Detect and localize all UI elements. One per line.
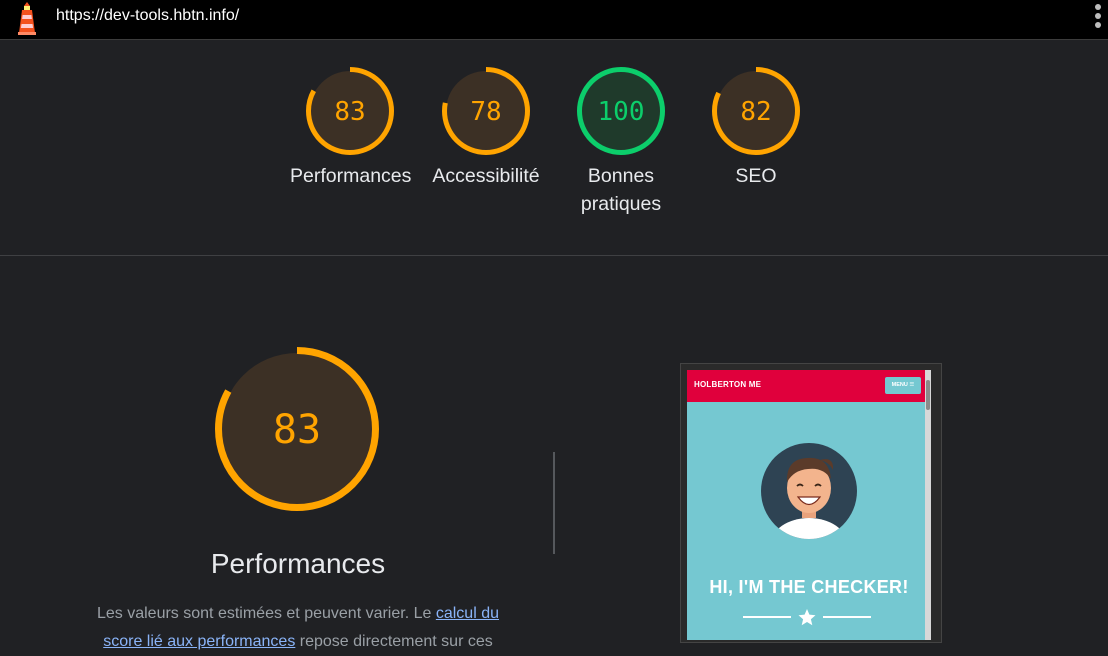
gauge-accessibility[interactable]: 78 Accessibilité — [432, 66, 540, 190]
accessibility-score-gauge: 78 — [442, 67, 530, 155]
site-hero-text: HI, I'M THE CHECKER! — [709, 577, 909, 597]
gauge-score: 100 — [598, 97, 645, 127]
gauge-label: SEO — [735, 165, 777, 187]
main-gauge-score: 83 — [273, 407, 321, 453]
gauge-label: Bonnes pratiques — [561, 162, 681, 218]
screenshot-viewport: HOLBERTON ME MENU ☰ HI, I'M THE CHECKER! — [687, 370, 931, 640]
section-divider — [0, 255, 1108, 256]
site-brand: HOLBERTON ME — [694, 380, 762, 389]
page-screenshot-thumbnail[interactable]: HOLBERTON ME MENU ☰ HI, I'M THE CHECKER! — [680, 363, 942, 643]
gauge-label-line: Bonnes — [587, 165, 655, 187]
best-practices-score-gauge: 100 — [577, 67, 665, 155]
description-text: Les valeurs sont estimées et peuvent var… — [96, 605, 436, 622]
description-text: repose directement sur ces — [295, 633, 493, 650]
star-divider-icon — [743, 609, 871, 626]
gauge-best-practices[interactable]: 100 Bonnes pratiques — [576, 66, 666, 218]
category-description: Les valeurs sont estimées et peuvent var… — [80, 600, 516, 656]
site-menu-button: MENU ☰ — [885, 377, 921, 394]
gauge-performances[interactable]: 83 Performances — [290, 66, 411, 190]
gauge-label: Accessibilité — [432, 165, 540, 187]
gauge-seo[interactable]: 82 SEO — [711, 66, 801, 190]
vertical-separator — [553, 452, 555, 554]
performance-score-gauge: 83 — [306, 67, 394, 155]
gauge-score: 83 — [334, 97, 365, 127]
performance-main-gauge: 83 — [215, 347, 379, 511]
top-bar: https://dev-tools.hbtn.info/ — [0, 0, 1108, 40]
kebab-menu-icon[interactable] — [1094, 4, 1102, 34]
seo-score-gauge: 82 — [712, 67, 800, 155]
screenshot-scrollbar — [925, 370, 931, 640]
site-header: HOLBERTON ME MENU ☰ — [687, 370, 931, 402]
lighthouse-icon — [18, 2, 36, 35]
avatar-illustration — [761, 443, 857, 539]
gauge-score: 78 — [470, 97, 501, 127]
scrollbar-thumb — [926, 380, 930, 410]
category-title: Performances — [210, 548, 386, 579]
gauge-label-line: pratiques — [580, 193, 662, 215]
page-url: https://dev-tools.hbtn.info/ — [56, 7, 240, 24]
gauge-score: 82 — [740, 97, 771, 127]
gauge-label: Performances — [290, 165, 412, 187]
